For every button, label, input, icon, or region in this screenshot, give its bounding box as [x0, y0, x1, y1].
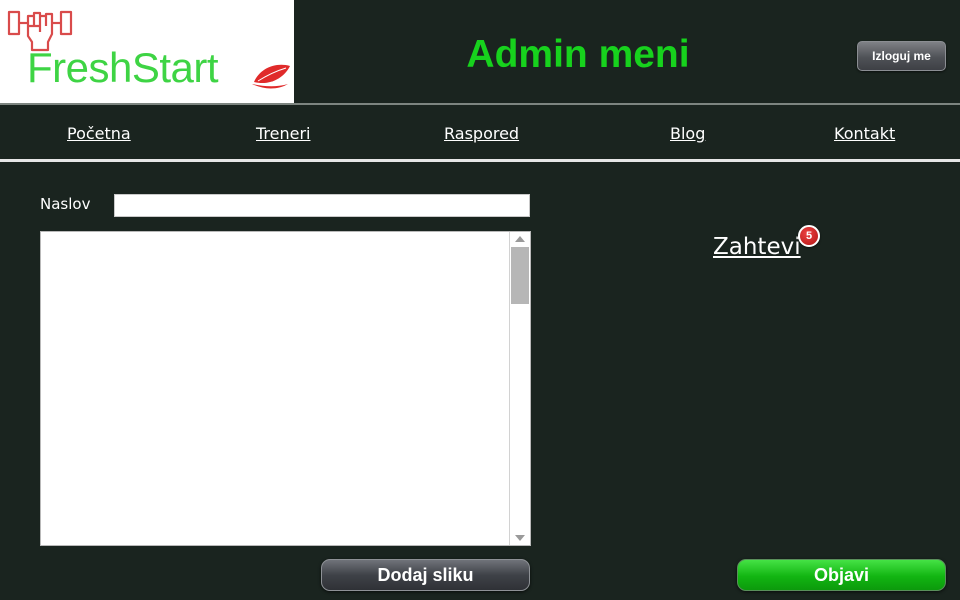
requests-count-badge: 5: [798, 225, 820, 247]
scroll-up-icon[interactable]: [510, 232, 530, 246]
logo[interactable]: FreshStart: [0, 0, 294, 104]
scroll-down-icon[interactable]: [510, 531, 530, 545]
main-nav: Početna Treneri Raspored Blog Kontakt: [0, 105, 960, 160]
nav-link-kontakt[interactable]: Kontakt: [834, 124, 895, 143]
add-image-button[interactable]: Dodaj sliku: [321, 559, 530, 591]
post-body-textarea[interactable]: [41, 232, 509, 545]
page-title: Admin meni: [466, 33, 690, 76]
nav-link-raspored[interactable]: Raspored: [444, 124, 519, 143]
title-label: Naslov: [40, 195, 91, 213]
brand-name: FreshStart: [27, 44, 219, 91]
nav-link-treneri[interactable]: Treneri: [256, 124, 311, 143]
nav-divider: [0, 159, 960, 162]
leaf-icon: [252, 64, 290, 89]
scroll-thumb[interactable]: [511, 247, 529, 304]
nav-link-pocetna[interactable]: Početna: [67, 124, 131, 143]
post-body-box: [40, 231, 531, 546]
nav-link-blog[interactable]: Blog: [670, 124, 705, 143]
post-body-scrollbar[interactable]: [509, 232, 530, 545]
publish-button[interactable]: Objavi: [737, 559, 946, 591]
requests-link[interactable]: Zahtevi: [713, 234, 801, 260]
logout-button[interactable]: Izloguj me: [857, 41, 946, 71]
title-input[interactable]: [114, 194, 530, 217]
